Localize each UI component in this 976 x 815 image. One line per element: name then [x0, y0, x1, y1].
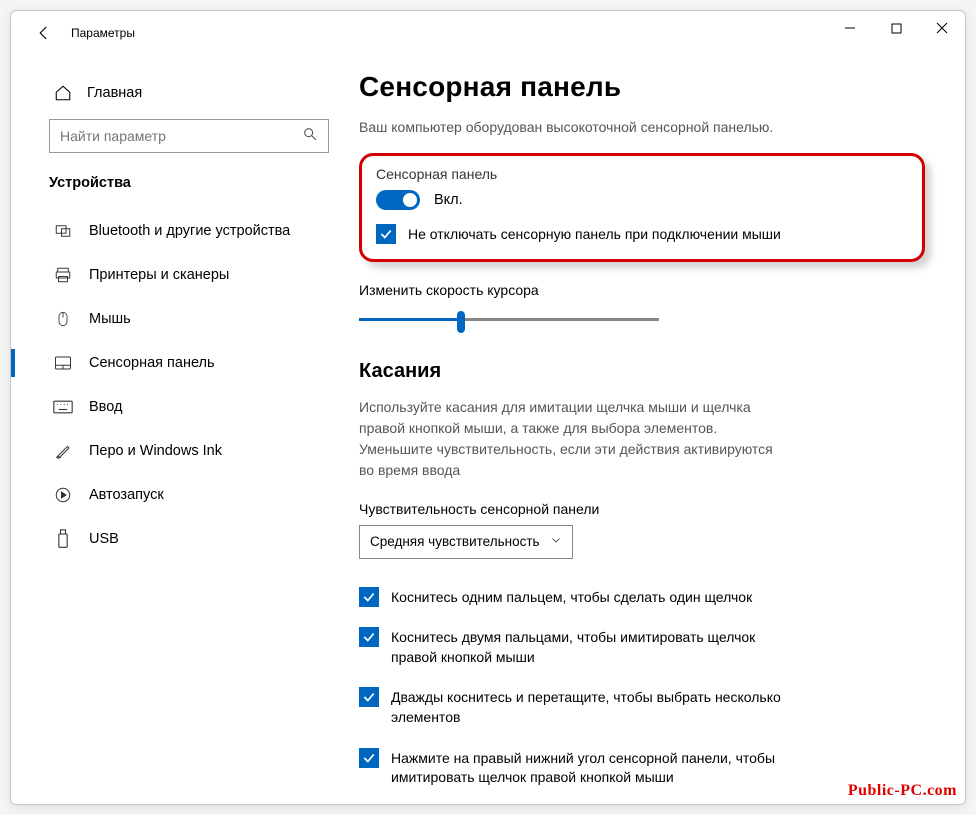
autoplay-icon [53, 485, 73, 505]
tap-option-label: Коснитесь одним пальцем, чтобы сделать о… [391, 587, 752, 608]
window-controls [827, 11, 965, 45]
back-button[interactable] [29, 18, 59, 48]
sidebar-item-label: Перо и Windows Ink [89, 443, 222, 459]
mouse-icon [53, 309, 73, 329]
content-pane: Сенсорная панель Ваш компьютер оборудова… [351, 55, 965, 804]
sidebar-item-label: Автозапуск [89, 487, 164, 503]
sensitivity-label: Чувствительность сенсорной панели [359, 501, 925, 517]
sidebar-item-usb[interactable]: USB [11, 517, 351, 561]
chevron-down-icon [550, 534, 562, 549]
sidebar-item-touchpad[interactable]: Сенсорная панель [11, 341, 351, 385]
tap-corner-checkbox[interactable] [359, 748, 379, 768]
pen-icon [53, 441, 73, 461]
sensitivity-select[interactable]: Средняя чувствительность [359, 525, 573, 559]
taps-description: Используйте касания для имитации щелчка … [359, 397, 789, 481]
sidebar-item-label: Ввод [89, 399, 122, 415]
touchpad-toggle-section: Сенсорная панель Вкл. Не отключать сенсо… [359, 153, 925, 262]
settings-window: Параметры Главная [10, 10, 966, 805]
tap-two-finger-checkbox[interactable] [359, 627, 379, 647]
sidebar-item-mouse[interactable]: Мышь [11, 297, 351, 341]
search-box[interactable] [49, 119, 329, 153]
usb-icon [53, 529, 73, 549]
touchpad-toggle[interactable] [376, 190, 420, 210]
tap-drag-checkbox[interactable] [359, 687, 379, 707]
sidebar-item-printers[interactable]: Принтеры и сканеры [11, 253, 351, 297]
home-link[interactable]: Главная [11, 77, 351, 119]
category-title: Устройства [11, 175, 351, 209]
cursor-speed-slider[interactable] [359, 308, 659, 332]
devices-icon [53, 221, 73, 241]
sidebar-item-pen[interactable]: Перо и Windows Ink [11, 429, 351, 473]
titlebar: Параметры [11, 11, 965, 55]
touchpad-icon [53, 353, 73, 373]
sidebar-item-bluetooth[interactable]: Bluetooth и другие устройства [11, 209, 351, 253]
sidebar-item-label: Сенсорная панель [89, 355, 215, 371]
sidebar-item-label: Принтеры и сканеры [89, 267, 229, 283]
keyboard-icon [53, 397, 73, 417]
tap-option-label: Нажмите на правый нижний угол сенсорной … [391, 748, 789, 788]
sidebar-item-label: USB [89, 531, 119, 547]
minimize-button[interactable] [827, 11, 873, 45]
keep-on-mouse-label: Не отключать сенсорную панель при подклю… [408, 224, 781, 245]
close-button[interactable] [919, 11, 965, 45]
keep-on-mouse-checkbox[interactable] [376, 224, 396, 244]
watermark: Public-PC.com [848, 782, 957, 800]
tap-option-label: Дважды коснитесь и перетащите, чтобы выб… [391, 687, 789, 727]
sensitivity-value: Средняя чувствительность [370, 534, 540, 549]
window-title: Параметры [71, 26, 135, 40]
taps-heading: Касания [359, 360, 925, 383]
tap-one-finger-checkbox[interactable] [359, 587, 379, 607]
maximize-button[interactable] [873, 11, 919, 45]
search-icon [302, 126, 318, 147]
tap-options-list: Коснитесь одним пальцем, чтобы сделать о… [359, 587, 925, 788]
sidebar: Главная Устройства Bluetooth и другие ус… [11, 55, 351, 804]
search-input[interactable] [60, 128, 302, 144]
sidebar-item-label: Мышь [89, 311, 131, 327]
tap-option-label: Коснитесь двумя пальцами, чтобы имитиров… [391, 627, 789, 667]
section-label: Сенсорная панель [376, 166, 908, 182]
sidebar-item-typing[interactable]: Ввод [11, 385, 351, 429]
sidebar-item-autoplay[interactable]: Автозапуск [11, 473, 351, 517]
page-title: Сенсорная панель [359, 71, 925, 103]
toggle-state-label: Вкл. [434, 192, 463, 208]
page-subtitle: Ваш компьютер оборудован высокоточной се… [359, 119, 925, 135]
sidebar-item-label: Bluetooth и другие устройства [89, 223, 290, 239]
home-icon [53, 83, 73, 103]
printer-icon [53, 265, 73, 285]
cursor-speed-label: Изменить скорость курсора [359, 282, 925, 298]
home-label: Главная [87, 85, 142, 101]
